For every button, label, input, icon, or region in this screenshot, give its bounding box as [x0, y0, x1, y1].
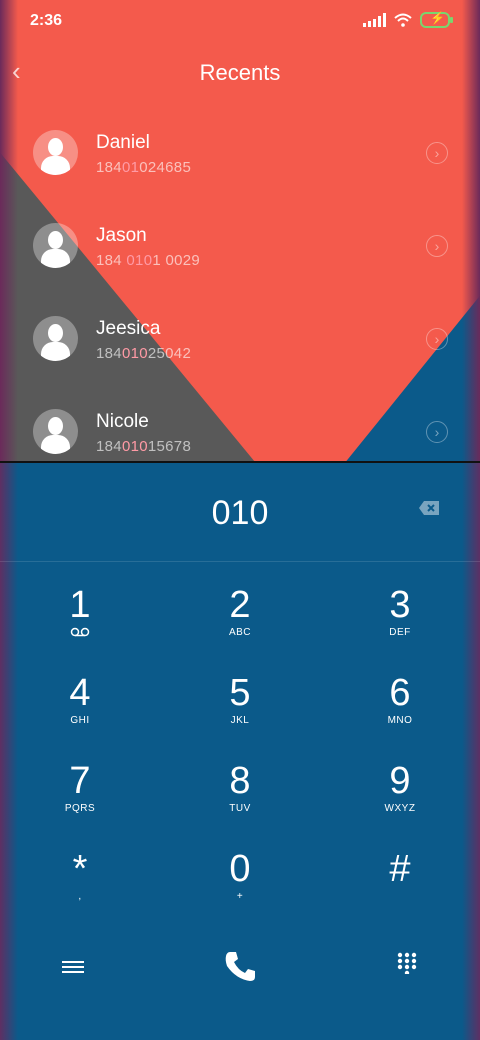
contact-number: 18401015678: [96, 438, 192, 455]
key-letters: TUV: [229, 803, 251, 814]
signal-icon: [363, 13, 386, 27]
key-hash[interactable]: #: [340, 849, 460, 891]
recents-list: Daniel 18401024685 › Jason 184 0101 0029…: [0, 108, 480, 480]
key-digit: 3: [389, 584, 411, 626]
key-letters: ,: [78, 891, 82, 902]
status-time: 2:36: [30, 12, 63, 29]
key-7[interactable]: 7 PQRS: [20, 761, 140, 814]
key-digit: 2: [229, 584, 251, 626]
avatar-icon: [33, 409, 78, 454]
key-digit: 7: [69, 760, 91, 802]
voicemail-icon: [70, 627, 90, 637]
avatar-icon: [33, 223, 78, 268]
key-digit: 0: [229, 848, 251, 890]
key-letters: PQRS: [64, 803, 96, 814]
key-letters: GHI: [70, 715, 90, 726]
key-digit: #: [389, 848, 411, 890]
key-letters: WXYZ: [384, 803, 416, 814]
key-0[interactable]: 0 +: [180, 849, 300, 902]
page-title: Recents: [199, 60, 281, 85]
key-letters: MNO: [387, 715, 413, 726]
wifi-icon: [394, 13, 412, 27]
key-star[interactable]: * ,: [20, 849, 140, 902]
dialpad-divider: [0, 561, 480, 562]
key-digit: 8: [229, 760, 251, 802]
contact-name: Nicole: [96, 411, 149, 432]
key-1[interactable]: 1: [20, 585, 140, 637]
dialpad-panel: 010 1 2 ABC 3 DEF 4 GHI 5 JKL 6 MNO 7 PQ…: [0, 463, 480, 1040]
contact-name: Jason: [96, 225, 147, 246]
avatar-icon: [33, 316, 78, 361]
contact-name: Daniel: [96, 132, 150, 153]
contact-row-jeesica[interactable]: Jeesica 18401025042 ›: [0, 294, 480, 387]
key-digit: 9: [389, 760, 411, 802]
header: ‹ Recents: [0, 54, 480, 94]
status-icons: ⚡: [363, 11, 453, 28]
backspace-icon[interactable]: [418, 500, 440, 516]
key-digit: 6: [389, 672, 411, 714]
key-letters: +: [236, 891, 244, 902]
section-divider: [0, 461, 480, 463]
chevron-right-icon[interactable]: ›: [426, 235, 448, 257]
battery-icon: ⚡: [420, 11, 453, 28]
key-8[interactable]: 8 TUV: [180, 761, 300, 814]
dialpad-grid-icon[interactable]: [396, 952, 418, 974]
key-6[interactable]: 6 MNO: [340, 673, 460, 726]
chevron-right-icon[interactable]: ›: [426, 142, 448, 164]
contact-number: 18401025042: [96, 345, 192, 362]
key-letters: ABC: [228, 627, 252, 638]
contact-row-nicole[interactable]: Nicole 18401015678 ›: [0, 387, 480, 480]
dialed-number: 010: [211, 494, 269, 532]
key-letters: JKL: [230, 715, 250, 726]
menu-icon[interactable]: [62, 958, 84, 976]
contact-row-daniel[interactable]: Daniel 18401024685 ›: [0, 108, 480, 201]
key-5[interactable]: 5 JKL: [180, 673, 300, 726]
chevron-right-icon[interactable]: ›: [426, 328, 448, 350]
key-letters: DEF: [389, 627, 411, 638]
key-digit: 5: [229, 672, 251, 714]
key-2[interactable]: 2 ABC: [180, 585, 300, 638]
contact-number: 18401024685: [96, 159, 192, 176]
key-digit: 4: [69, 672, 91, 714]
key-digit: 1: [69, 584, 91, 626]
key-3[interactable]: 3 DEF: [340, 585, 460, 638]
status-bar: 2:36 ⚡: [0, 0, 480, 42]
key-4[interactable]: 4 GHI: [20, 673, 140, 726]
chevron-right-icon[interactable]: ›: [426, 421, 448, 443]
contact-number: 184 0101 0029: [96, 252, 201, 269]
dialpad-bottom-bar: [0, 948, 480, 998]
phone-call-icon[interactable]: [222, 948, 258, 984]
avatar-icon: [33, 130, 78, 175]
contact-row-jason[interactable]: Jason 184 0101 0029 ›: [0, 201, 480, 294]
key-9[interactable]: 9 WXYZ: [340, 761, 460, 814]
key-digit: *: [72, 848, 88, 890]
phone-screen: 2:36 ⚡ ‹ Recents Daniel 18401024685 › Ja…: [0, 0, 480, 1040]
contact-name: Jeesica: [96, 318, 161, 339]
